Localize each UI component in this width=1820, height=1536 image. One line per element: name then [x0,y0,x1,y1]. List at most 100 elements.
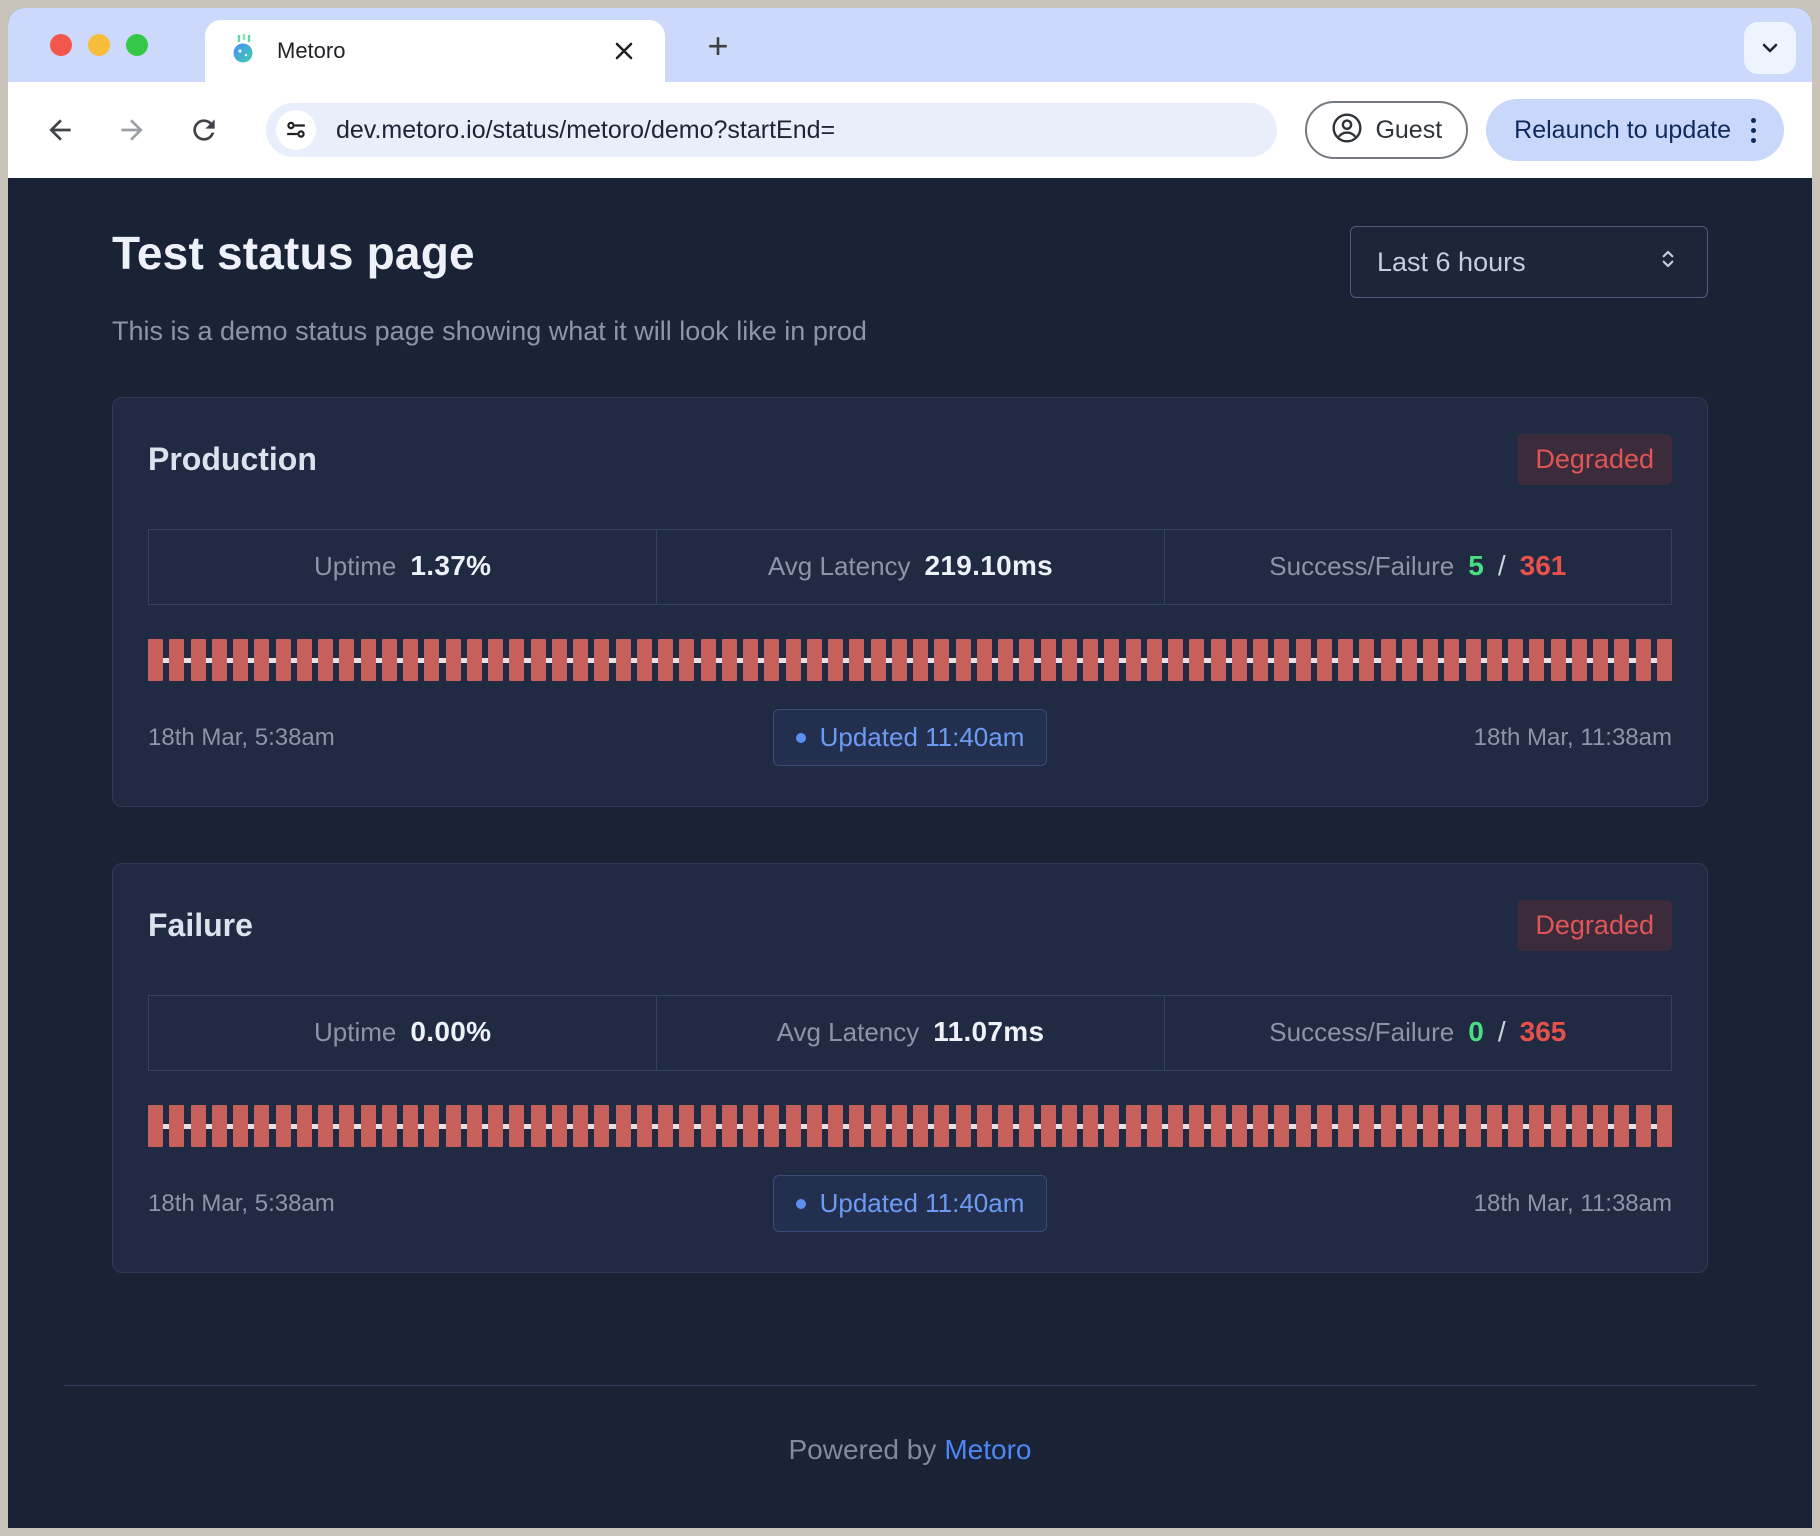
status-bar[interactable] [148,1105,163,1147]
status-bar[interactable] [658,1105,673,1147]
status-bar[interactable] [785,639,801,681]
status-bar[interactable] [1444,1105,1460,1147]
status-bar[interactable] [1593,1105,1608,1147]
status-bar[interactable] [1104,639,1120,681]
status-bar[interactable] [1508,639,1523,681]
status-bar[interactable] [1316,639,1332,681]
status-bar[interactable] [1571,639,1587,681]
new-tab-button[interactable]: + [698,25,738,66]
status-bar[interactable] [275,1105,291,1147]
status-bar[interactable] [743,639,758,681]
status-bar[interactable] [1083,1105,1098,1147]
status-bar[interactable] [849,639,865,681]
status-bar[interactable] [806,1105,822,1147]
status-bar[interactable] [658,639,673,681]
status-bar[interactable] [1019,1105,1035,1147]
status-bar[interactable] [509,639,525,681]
close-window-button[interactable] [50,34,72,56]
status-bar[interactable] [233,639,248,681]
status-bar[interactable] [1656,639,1672,681]
status-bar[interactable] [1210,639,1226,681]
status-bar[interactable] [891,639,907,681]
back-button[interactable] [36,106,84,154]
status-bar[interactable] [976,639,992,681]
status-bar[interactable] [403,1105,418,1147]
status-bar[interactable] [913,1105,928,1147]
status-bar[interactable] [233,1105,248,1147]
status-bar[interactable] [530,639,546,681]
status-bar[interactable] [1635,639,1651,681]
status-bar[interactable] [1423,639,1438,681]
status-bar[interactable] [573,1105,588,1147]
status-bar[interactable] [169,639,185,681]
status-bar[interactable] [891,1105,907,1147]
status-bar[interactable] [1614,639,1630,681]
status-bar[interactable] [806,639,822,681]
status-bar[interactable] [913,639,928,681]
metoro-link[interactable]: Metoro [944,1434,1031,1465]
close-tab-icon[interactable] [607,34,641,68]
status-bar[interactable] [211,1105,227,1147]
status-bar[interactable] [190,639,206,681]
status-bar[interactable] [955,639,971,681]
status-bar[interactable] [1295,639,1311,681]
status-bar[interactable] [998,1105,1013,1147]
status-bar[interactable] [764,639,780,681]
minimize-window-button[interactable] [88,34,110,56]
status-bar[interactable] [1529,1105,1545,1147]
status-bar[interactable] [636,639,652,681]
status-bar[interactable] [700,639,716,681]
status-bar[interactable] [1146,1105,1162,1147]
status-bar[interactable] [275,639,291,681]
status-bar[interactable] [488,639,503,681]
status-bar[interactable] [1380,639,1396,681]
status-bar[interactable] [190,1105,206,1147]
reload-button[interactable] [180,106,228,154]
status-bar[interactable] [1423,1105,1438,1147]
url-bar[interactable]: dev.metoro.io/status/metoro/demo?startEn… [266,103,1278,157]
browser-menu-kebab-icon[interactable] [1737,108,1770,153]
status-bar[interactable] [1593,639,1608,681]
status-bar[interactable] [254,1105,270,1147]
status-bar[interactable] [148,639,163,681]
status-bar[interactable] [1295,1105,1311,1147]
status-bar[interactable] [296,1105,312,1147]
status-bar[interactable] [1274,639,1290,681]
status-bar[interactable] [1253,1105,1268,1147]
status-bar[interactable] [169,1105,185,1147]
status-bar[interactable] [998,639,1013,681]
status-bar[interactable] [1019,639,1035,681]
status-bar[interactable] [551,1105,567,1147]
status-bar[interactable] [381,639,397,681]
status-bar[interactable] [1189,1105,1205,1147]
status-bar[interactable] [743,1105,758,1147]
status-bar[interactable] [339,639,355,681]
status-bar[interactable] [870,1105,886,1147]
updated-badge[interactable]: Updated 11:40am [772,709,1048,766]
status-bar[interactable] [1061,1105,1077,1147]
status-bar[interactable] [1571,1105,1587,1147]
status-bar[interactable] [615,1105,631,1147]
status-bar[interactable] [1529,639,1545,681]
status-bar[interactable] [1656,1105,1672,1147]
updated-badge[interactable]: Updated 11:40am [772,1175,1048,1232]
status-bar[interactable] [1338,1105,1353,1147]
guest-profile-button[interactable]: Guest [1305,101,1469,159]
status-bar[interactable] [1486,639,1502,681]
status-bar[interactable] [1210,1105,1226,1147]
time-range-select[interactable]: Last 6 hours [1350,226,1708,298]
status-bar[interactable] [466,1105,482,1147]
status-bar[interactable] [721,1105,737,1147]
status-bar[interactable] [1146,639,1162,681]
status-bar[interactable] [318,639,333,681]
status-bar[interactable] [1401,639,1417,681]
status-bar[interactable] [1168,639,1183,681]
status-bar[interactable] [594,1105,610,1147]
status-bar[interactable] [1444,639,1460,681]
status-bar[interactable] [424,1105,440,1147]
status-bar[interactable] [1104,1105,1120,1147]
status-bar[interactable] [1231,639,1247,681]
status-bar[interactable] [1550,1105,1566,1147]
status-bar[interactable] [466,639,482,681]
status-bar[interactable] [1083,639,1098,681]
